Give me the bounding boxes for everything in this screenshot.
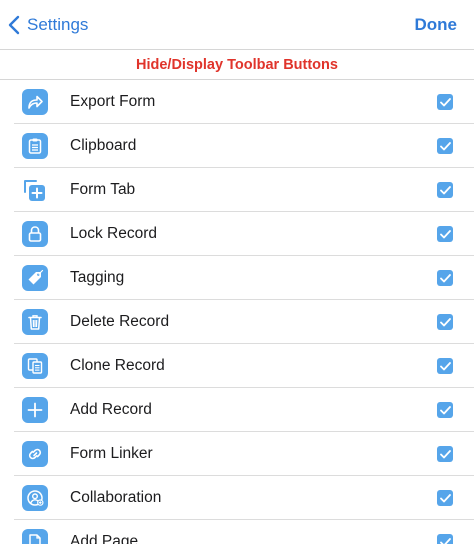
plus-icon	[22, 397, 48, 423]
form-tab-plus-icon	[22, 177, 48, 203]
list-item-form-linker[interactable]: Form Linker	[0, 432, 474, 476]
export-arrow-icon	[22, 89, 48, 115]
navigation-bar: Settings Done	[0, 0, 474, 50]
list-item-label: Form Linker	[70, 445, 153, 462]
delete-record-checkbox[interactable]	[437, 314, 453, 330]
tagging-checkbox[interactable]	[437, 270, 453, 286]
checkmark-icon	[439, 273, 451, 282]
checkmark-icon	[439, 317, 451, 326]
lock-record-checkbox[interactable]	[437, 226, 453, 242]
list-item-label: Form Tab	[70, 181, 136, 198]
add-page-checkbox[interactable]	[437, 534, 453, 544]
checkmark-icon	[439, 185, 451, 194]
clipboard-icon	[22, 133, 48, 159]
clipboard-checkbox[interactable]	[437, 138, 453, 154]
list-item-label: Clipboard	[70, 137, 137, 154]
trash-icon	[22, 309, 48, 335]
list-item-add-record[interactable]: Add Record	[0, 388, 474, 432]
list-item-label: Lock Record	[70, 225, 158, 242]
clone-record-checkbox[interactable]	[437, 358, 453, 374]
checkmark-icon	[439, 537, 451, 544]
list-item-clipboard[interactable]: Clipboard	[0, 124, 474, 168]
section-title: Hide/Display Toolbar Buttons	[0, 50, 474, 80]
lock-icon	[22, 221, 48, 247]
toolbar-settings-screen: Settings Done Hide/Display Toolbar Butto…	[0, 0, 474, 544]
list-item-label: Clone Record	[70, 357, 165, 374]
list-item-label: Tagging	[70, 269, 125, 286]
back-button-label: Settings	[27, 15, 89, 34]
chevron-left-icon	[8, 15, 20, 35]
checkmark-icon	[439, 493, 451, 502]
list-item-label: Add Record	[70, 401, 152, 418]
list-item-add-page[interactable]: Add Page	[0, 520, 474, 544]
toolbar-buttons-list: Export Form Clipboard Form Tab Lock Reco…	[0, 80, 474, 544]
add-record-checkbox[interactable]	[437, 402, 453, 418]
checkmark-icon	[439, 229, 451, 238]
checkmark-icon	[439, 141, 451, 150]
list-item-label: Collaboration	[70, 489, 162, 506]
list-item-label: Add Page	[70, 533, 139, 544]
checkmark-icon	[439, 361, 451, 370]
clone-documents-icon	[22, 353, 48, 379]
list-item-delete-record[interactable]: Delete Record	[0, 300, 474, 344]
checkmark-icon	[439, 97, 451, 106]
form-tab-checkbox[interactable]	[437, 182, 453, 198]
back-button[interactable]: Settings	[8, 11, 88, 39]
form-linker-checkbox[interactable]	[437, 446, 453, 462]
tag-icon	[22, 265, 48, 291]
list-item-export-form[interactable]: Export Form	[0, 80, 474, 124]
list-item-label: Delete Record	[70, 313, 170, 330]
add-page-icon	[22, 529, 48, 544]
list-item-lock-record[interactable]: Lock Record	[0, 212, 474, 256]
done-button[interactable]: Done	[415, 11, 458, 39]
export-form-checkbox[interactable]	[437, 94, 453, 110]
list-item-label: Export Form	[70, 93, 156, 110]
checkmark-icon	[439, 405, 451, 414]
list-item-clone-record[interactable]: Clone Record	[0, 344, 474, 388]
list-item-collaboration[interactable]: Collaboration	[0, 476, 474, 520]
collaboration-user-icon	[22, 485, 48, 511]
list-item-tagging[interactable]: Tagging	[0, 256, 474, 300]
link-icon	[22, 441, 48, 467]
list-item-form-tab[interactable]: Form Tab	[0, 168, 474, 212]
collaboration-checkbox[interactable]	[437, 490, 453, 506]
checkmark-icon	[439, 449, 451, 458]
